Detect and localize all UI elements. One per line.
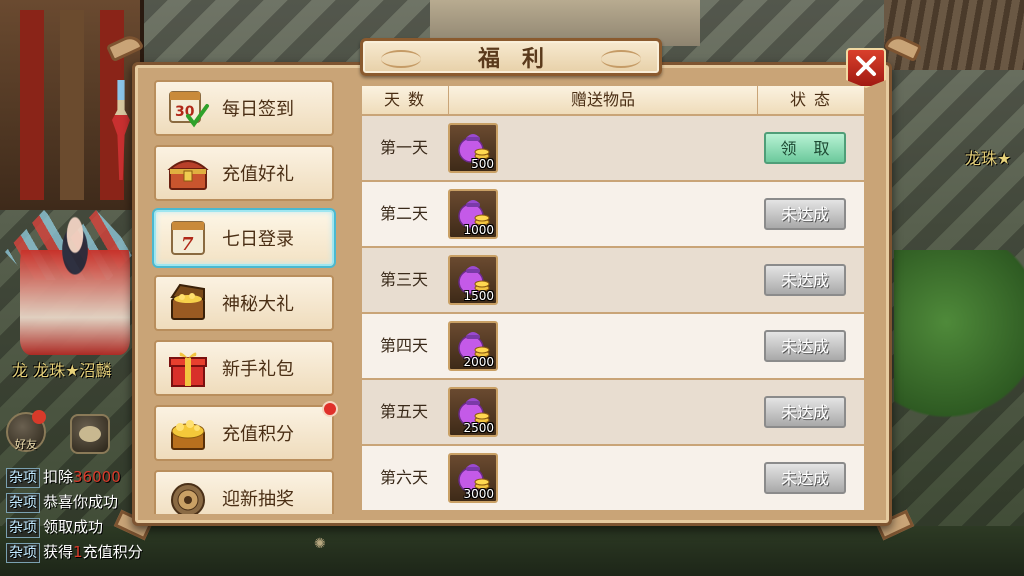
reward-item-slot[interactable]: 1000 — [448, 189, 498, 239]
chat-highlight: 1 — [73, 543, 83, 561]
chat-highlight: 36000 — [73, 468, 121, 486]
chat-text: 领取成功 — [43, 518, 104, 536]
table-row: 第六天 3000 未达成 — [362, 446, 864, 512]
reward-quantity: 2000 — [463, 355, 494, 369]
not-reached-button[interactable]: 未达成 — [764, 462, 846, 494]
reward-quantity: 500 — [471, 157, 494, 171]
panel-title-plate: 福利 — [360, 38, 662, 76]
menu-item-newbie-pack[interactable]: 新手礼包 — [154, 340, 334, 396]
svg-text:30: 30 — [175, 104, 195, 120]
menu-label: 神秘大礼 — [222, 294, 294, 315]
column-header-day: 天数 — [383, 90, 432, 109]
chat-text: 获得 — [43, 543, 74, 561]
table-row: 第四天 2000 未达成 — [362, 314, 864, 380]
chat-bubble-icon — [79, 426, 101, 442]
reward-item-slot[interactable]: 3000 — [448, 453, 498, 503]
reward-quantity: 3000 — [463, 487, 494, 501]
reward-quantity: 2500 — [463, 421, 494, 435]
reward-item-slot[interactable]: 500 — [448, 123, 498, 173]
friend-label: 好友 — [15, 438, 37, 451]
row-day-label: 第四天 — [379, 336, 428, 355]
menu-label: 充值积分 — [222, 424, 294, 445]
reward-item-slot[interactable]: 2000 — [448, 321, 498, 371]
menu-label: 新手礼包 — [222, 359, 294, 380]
chat-button[interactable] — [70, 414, 110, 454]
roof-right — [884, 0, 1024, 70]
table-header: 天数 赠送物品 状态 — [362, 86, 864, 115]
not-reached-button[interactable]: 未达成 — [764, 396, 846, 428]
calendar-30-check-icon: 30 — [166, 86, 210, 130]
menu-item-seven-day-login[interactable]: 7 七日登录 — [154, 210, 334, 266]
claim-button[interactable]: 领 取 — [764, 132, 846, 164]
table-row: 第一天 500 领 取 — [362, 116, 864, 182]
chat-text: 扣除 — [43, 468, 74, 486]
player-character[interactable] — [20, 205, 130, 355]
menu-label: 每日签到 — [222, 99, 294, 120]
calendar-7-icon: 7 — [166, 216, 210, 260]
column-header-item: 赠送物品 — [448, 86, 758, 114]
not-reached-button[interactable]: 未达成 — [764, 264, 846, 296]
chat-line: 杂项 获得1充值积分 — [6, 540, 226, 565]
player-name-left: 龙 龙珠★沼麟 — [12, 361, 112, 380]
svg-text:7: 7 — [181, 234, 194, 255]
reward-item-slot[interactable]: 2500 — [448, 387, 498, 437]
chat-channel-tag: 杂项 — [6, 543, 40, 563]
menu-item-daily-signin[interactable]: 30 每日签到 — [154, 80, 334, 136]
row-day-label: 第五天 — [379, 402, 428, 421]
gear-icon: ✺ — [314, 536, 326, 552]
gold-chest-icon — [166, 281, 210, 325]
notification-dot-icon — [32, 410, 46, 424]
table-row: 第二天 1000 未达成 — [362, 182, 864, 248]
chat-text: 充值积分 — [82, 543, 143, 561]
chat-channel-tag: 杂项 — [6, 493, 40, 513]
seven-day-reward-table: 天数 赠送物品 状态 第一天 500 领 取第二天 1000 未达成 第三天 1500 未达成… — [362, 86, 864, 512]
column-header-state: 状态 — [789, 90, 838, 109]
menu-label: 充值好礼 — [222, 164, 294, 185]
chat-channel-tag: 杂项 — [6, 468, 40, 488]
chat-channel-tag: 杂项 — [6, 518, 40, 538]
row-day-label: 第三天 — [379, 270, 428, 289]
reward-quantity: 1500 — [463, 289, 494, 303]
gold-treasure-icon — [166, 411, 210, 455]
menu-item-recharge-points[interactable]: 充值积分 — [154, 401, 338, 461]
row-day-label: 第六天 — [379, 468, 428, 487]
lottery-wheel-icon — [166, 476, 210, 514]
not-reached-button[interactable]: 未达成 — [764, 198, 846, 230]
red-gift-box-icon — [166, 346, 210, 390]
treasure-chest-icon — [166, 151, 210, 195]
not-reached-button[interactable]: 未达成 — [764, 330, 846, 362]
close-button[interactable] — [846, 48, 886, 88]
welfare-menu: 30 每日签到 充值好礼 7 七日登录 神秘大礼 新手礼包 充值积分 迎新抽奖 — [148, 74, 342, 514]
row-day-label: 第一天 — [379, 138, 428, 157]
reward-item-slot[interactable]: 1500 — [448, 255, 498, 305]
reward-quantity: 1000 — [463, 223, 494, 237]
menu-label: 迎新抽奖 — [222, 489, 294, 510]
menu-item-recharge-gift[interactable]: 充值好礼 — [154, 145, 334, 201]
menu-label: 七日登录 — [222, 229, 294, 250]
menu-item-welcome-lottery[interactable]: 迎新抽奖 — [154, 470, 334, 514]
player-name-right: 龙珠★ — [965, 149, 1012, 168]
bush-right — [894, 250, 1024, 430]
notification-dot-icon — [322, 401, 338, 417]
table-row: 第三天 1500 未达成 — [362, 248, 864, 314]
close-x-icon — [856, 56, 876, 76]
table-row: 第五天 2500 未达成 — [362, 380, 864, 446]
friend-button[interactable]: 好友 — [6, 410, 46, 452]
menu-item-mystery-gift[interactable]: 神秘大礼 — [154, 275, 334, 331]
panel-title: 福利 — [477, 47, 566, 72]
chat-text: 恭喜你成功 — [43, 493, 119, 511]
row-day-label: 第二天 — [379, 204, 428, 223]
